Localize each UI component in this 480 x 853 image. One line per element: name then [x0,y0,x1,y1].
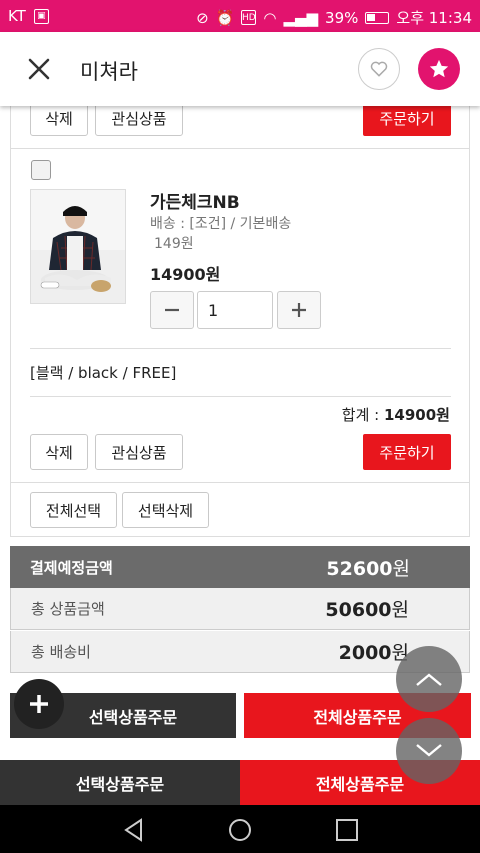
item-checkbox[interactable] [31,160,51,180]
item-total-value: 14900원 [384,406,450,424]
plus-icon [292,303,306,317]
divider [10,148,470,149]
shipping-fee: 149원 [154,236,194,252]
item-total: 합계 : 14900원 [342,404,450,425]
expected-payment-label: 결제예정금액 [30,558,113,577]
clock: 오후 11:34 [396,9,472,27]
star-icon [429,59,449,78]
carrier-label: KT [8,7,26,25]
wifi-icon: ◠ [263,8,277,27]
chevron-down-icon [416,744,442,757]
wishlist-button[interactable]: 관심상품 [95,434,183,470]
heart-button[interactable] [358,48,400,90]
gallery-notification-icon: ▣ [33,8,49,24]
quantity-input[interactable]: 1 [197,291,273,329]
favorite-button[interactable] [418,48,460,90]
delete-button[interactable]: 삭제 [30,434,88,470]
select-all-button[interactable]: 전체선택 [30,492,117,528]
shipping-info: 배송 : [조건] / 기본배송 [150,216,292,232]
expected-payment-value: 52600원 [326,557,410,580]
product-name[interactable]: 가든체크NB [150,188,240,213]
total-product-label: 총 상품금액 [31,600,105,618]
total-shipping-value: 2000원 [338,642,409,664]
option-text: [블랙 / black / FREE] [30,364,177,382]
home-icon[interactable] [227,817,253,843]
status-bar: KT ▣ ⊘ ⏰ HD ◠ ▂▄▆ 39% 오후 11:34 [0,0,480,32]
battery-icon [365,11,390,24]
product-price: 14900원 [150,265,221,284]
hd-icon: HD [241,10,257,25]
product-thumbnail[interactable] [30,189,126,304]
quantity-decrease-button[interactable] [150,291,194,329]
close-icon[interactable] [24,54,54,84]
chevron-up-icon [416,673,442,686]
scroll-down-button[interactable] [396,718,462,784]
divider [30,396,451,397]
divider [30,348,451,349]
bottom-order-selected-button[interactable]: 선택상품주문 [0,760,240,805]
divider [10,536,470,537]
divider [10,482,470,483]
delete-selected-button[interactable]: 선택삭제 [122,492,209,528]
plus-fab[interactable] [14,679,64,729]
plus-icon [30,695,48,713]
page-title: 미쳐라 [80,60,138,84]
signal-icon: ▂▄▆ [283,8,319,27]
order-button[interactable]: 주문하기 [363,434,451,470]
app-header: 미쳐라 [0,32,480,106]
scroll-up-button[interactable] [396,646,462,712]
battery-percent: 39% [325,8,359,27]
system-nav-bar [0,805,480,853]
mute-icon: ⊘ [196,8,209,27]
minus-icon [165,308,179,312]
recents-icon[interactable] [334,817,360,843]
item-total-label: 합계 : [341,406,384,424]
heart-icon [370,61,388,77]
back-icon[interactable] [121,817,147,843]
quantity-increase-button[interactable] [277,291,321,329]
alarm-icon: ⏰ [215,8,235,27]
total-product-row: 총 상품금액 50600원 [10,588,470,630]
total-shipping-label: 총 배송비 [31,643,91,661]
expected-payment-row: 결제예정금액 52600원 [10,546,470,588]
total-product-value: 50600원 [325,599,409,621]
